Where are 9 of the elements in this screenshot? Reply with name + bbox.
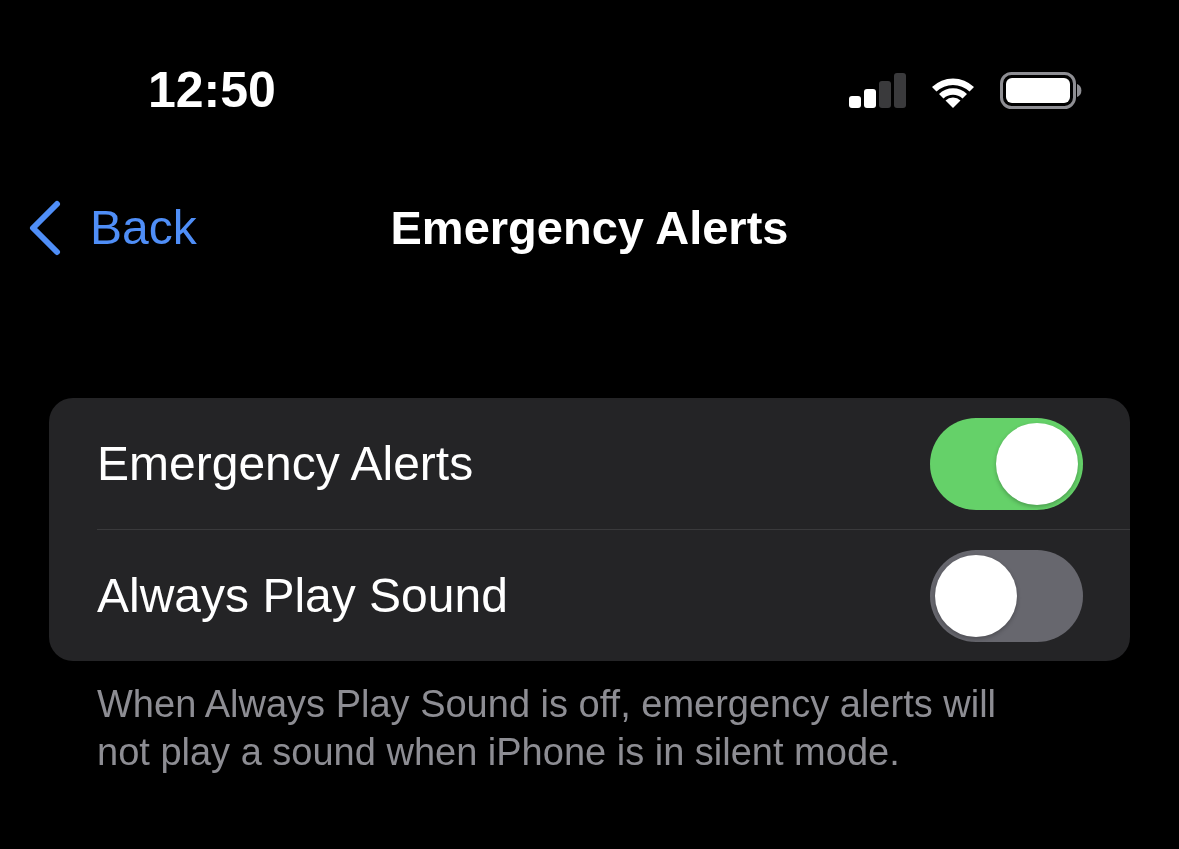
signal-icon — [849, 72, 906, 108]
nav-title: Emergency Alerts — [390, 200, 789, 256]
back-button[interactable]: Back — [28, 200, 197, 256]
battery-icon — [1000, 71, 1083, 109]
status-time: 12:50 — [148, 64, 276, 116]
chevron-left-icon — [28, 200, 62, 256]
setting-label: Emergency Alerts — [97, 435, 474, 492]
footer-note: When Always Play Sound is off, emergency alerts will not play a sound when iPhone is in silent mode. — [97, 682, 998, 775]
setting-label: Always Play Sound — [97, 567, 508, 624]
